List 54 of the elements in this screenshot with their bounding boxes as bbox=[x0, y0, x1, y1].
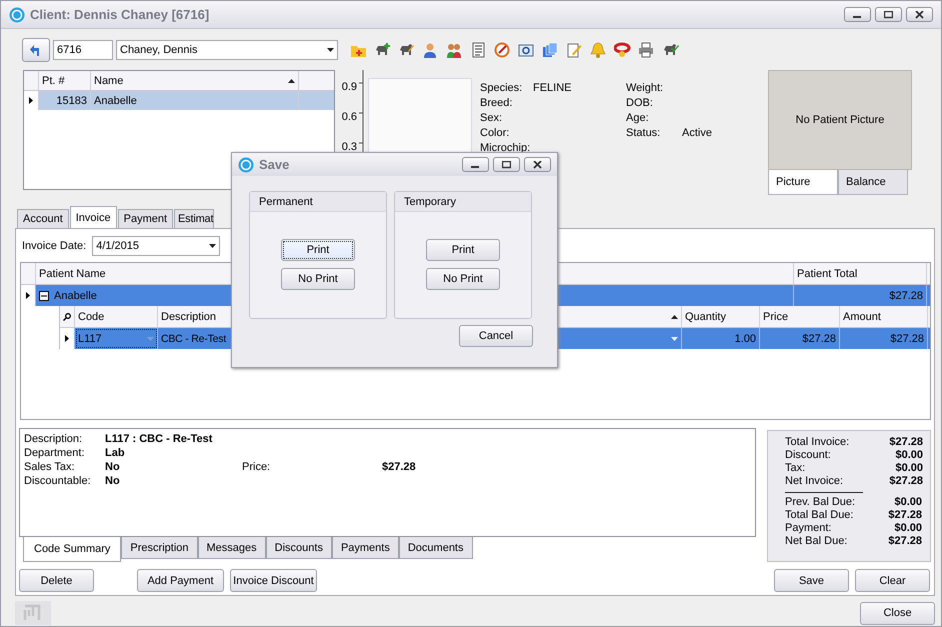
total-value: $0.00 bbox=[894, 522, 922, 535]
total-value: $27.28 bbox=[888, 509, 922, 522]
field-label: Microchip: bbox=[480, 142, 532, 156]
total-value: $27.28 bbox=[889, 475, 923, 488]
dialog-title: Save bbox=[259, 157, 290, 172]
window-title: Client: Dennis Chaney [6716] bbox=[30, 7, 210, 22]
field-label: Sales Tax: bbox=[24, 461, 76, 475]
total-label: Tax: bbox=[785, 462, 806, 475]
total-label: Prev. Bal Due: bbox=[785, 496, 856, 509]
table-cell: $27.28 bbox=[890, 332, 924, 344]
field-value: L117 : CBC - Re-Test bbox=[105, 433, 214, 447]
field-label: Sex: bbox=[480, 112, 504, 126]
field-value: FELINE bbox=[533, 82, 573, 96]
total-value: $27.28 bbox=[889, 436, 923, 449]
group-title: Temporary bbox=[404, 196, 456, 208]
field-value: Active bbox=[682, 127, 713, 141]
table-cell: $27.28 bbox=[802, 332, 836, 344]
table-cell: L117 bbox=[78, 332, 102, 344]
field-value: No bbox=[105, 461, 121, 475]
field-label: Description: bbox=[24, 433, 84, 447]
total-label: Net Bal Due: bbox=[785, 535, 848, 548]
field-label: Weight: bbox=[626, 82, 664, 96]
field-label: Color: bbox=[480, 127, 510, 141]
total-label: Net Invoice: bbox=[785, 475, 844, 488]
field-value: No bbox=[105, 475, 121, 489]
field-label: Department: bbox=[24, 447, 86, 461]
total-label: Total Bal Due: bbox=[785, 509, 854, 522]
field-label: Invoice Date: bbox=[22, 240, 86, 252]
total-value: $27.28 bbox=[888, 535, 922, 548]
field-label: Discountable: bbox=[24, 475, 92, 489]
axis-label: 0.9 bbox=[342, 81, 357, 95]
table-cell: 15183 bbox=[39, 91, 91, 110]
total-value: $0.00 bbox=[894, 496, 922, 509]
table-cell: Anabelle bbox=[54, 290, 97, 302]
total-value: $0.00 bbox=[895, 462, 923, 475]
total-label: Discount: bbox=[785, 449, 831, 462]
field-label: Price: bbox=[242, 461, 272, 475]
placeholder-text: No Patient Picture bbox=[796, 114, 884, 126]
field-value: Lab bbox=[105, 447, 126, 461]
field-label: Breed: bbox=[480, 97, 514, 111]
field-label: Species: bbox=[480, 82, 524, 96]
field-value: $27.28 bbox=[382, 461, 417, 475]
total-label: Payment: bbox=[785, 522, 832, 535]
table-cell: 1.00 bbox=[734, 332, 756, 344]
field-label: Status: bbox=[626, 127, 662, 141]
table-cell: CBC - Re-Test bbox=[161, 332, 226, 344]
field-label: Age: bbox=[626, 112, 650, 126]
total-label: Total Invoice: bbox=[785, 436, 850, 449]
axis-label: 0.6 bbox=[342, 111, 357, 125]
axis-label: 0.3 bbox=[342, 141, 357, 155]
table-cell: Anabelle bbox=[91, 91, 299, 110]
field-label: DOB: bbox=[626, 97, 654, 111]
total-value: $0.00 bbox=[895, 449, 923, 462]
group-title: Permanent bbox=[259, 196, 313, 208]
